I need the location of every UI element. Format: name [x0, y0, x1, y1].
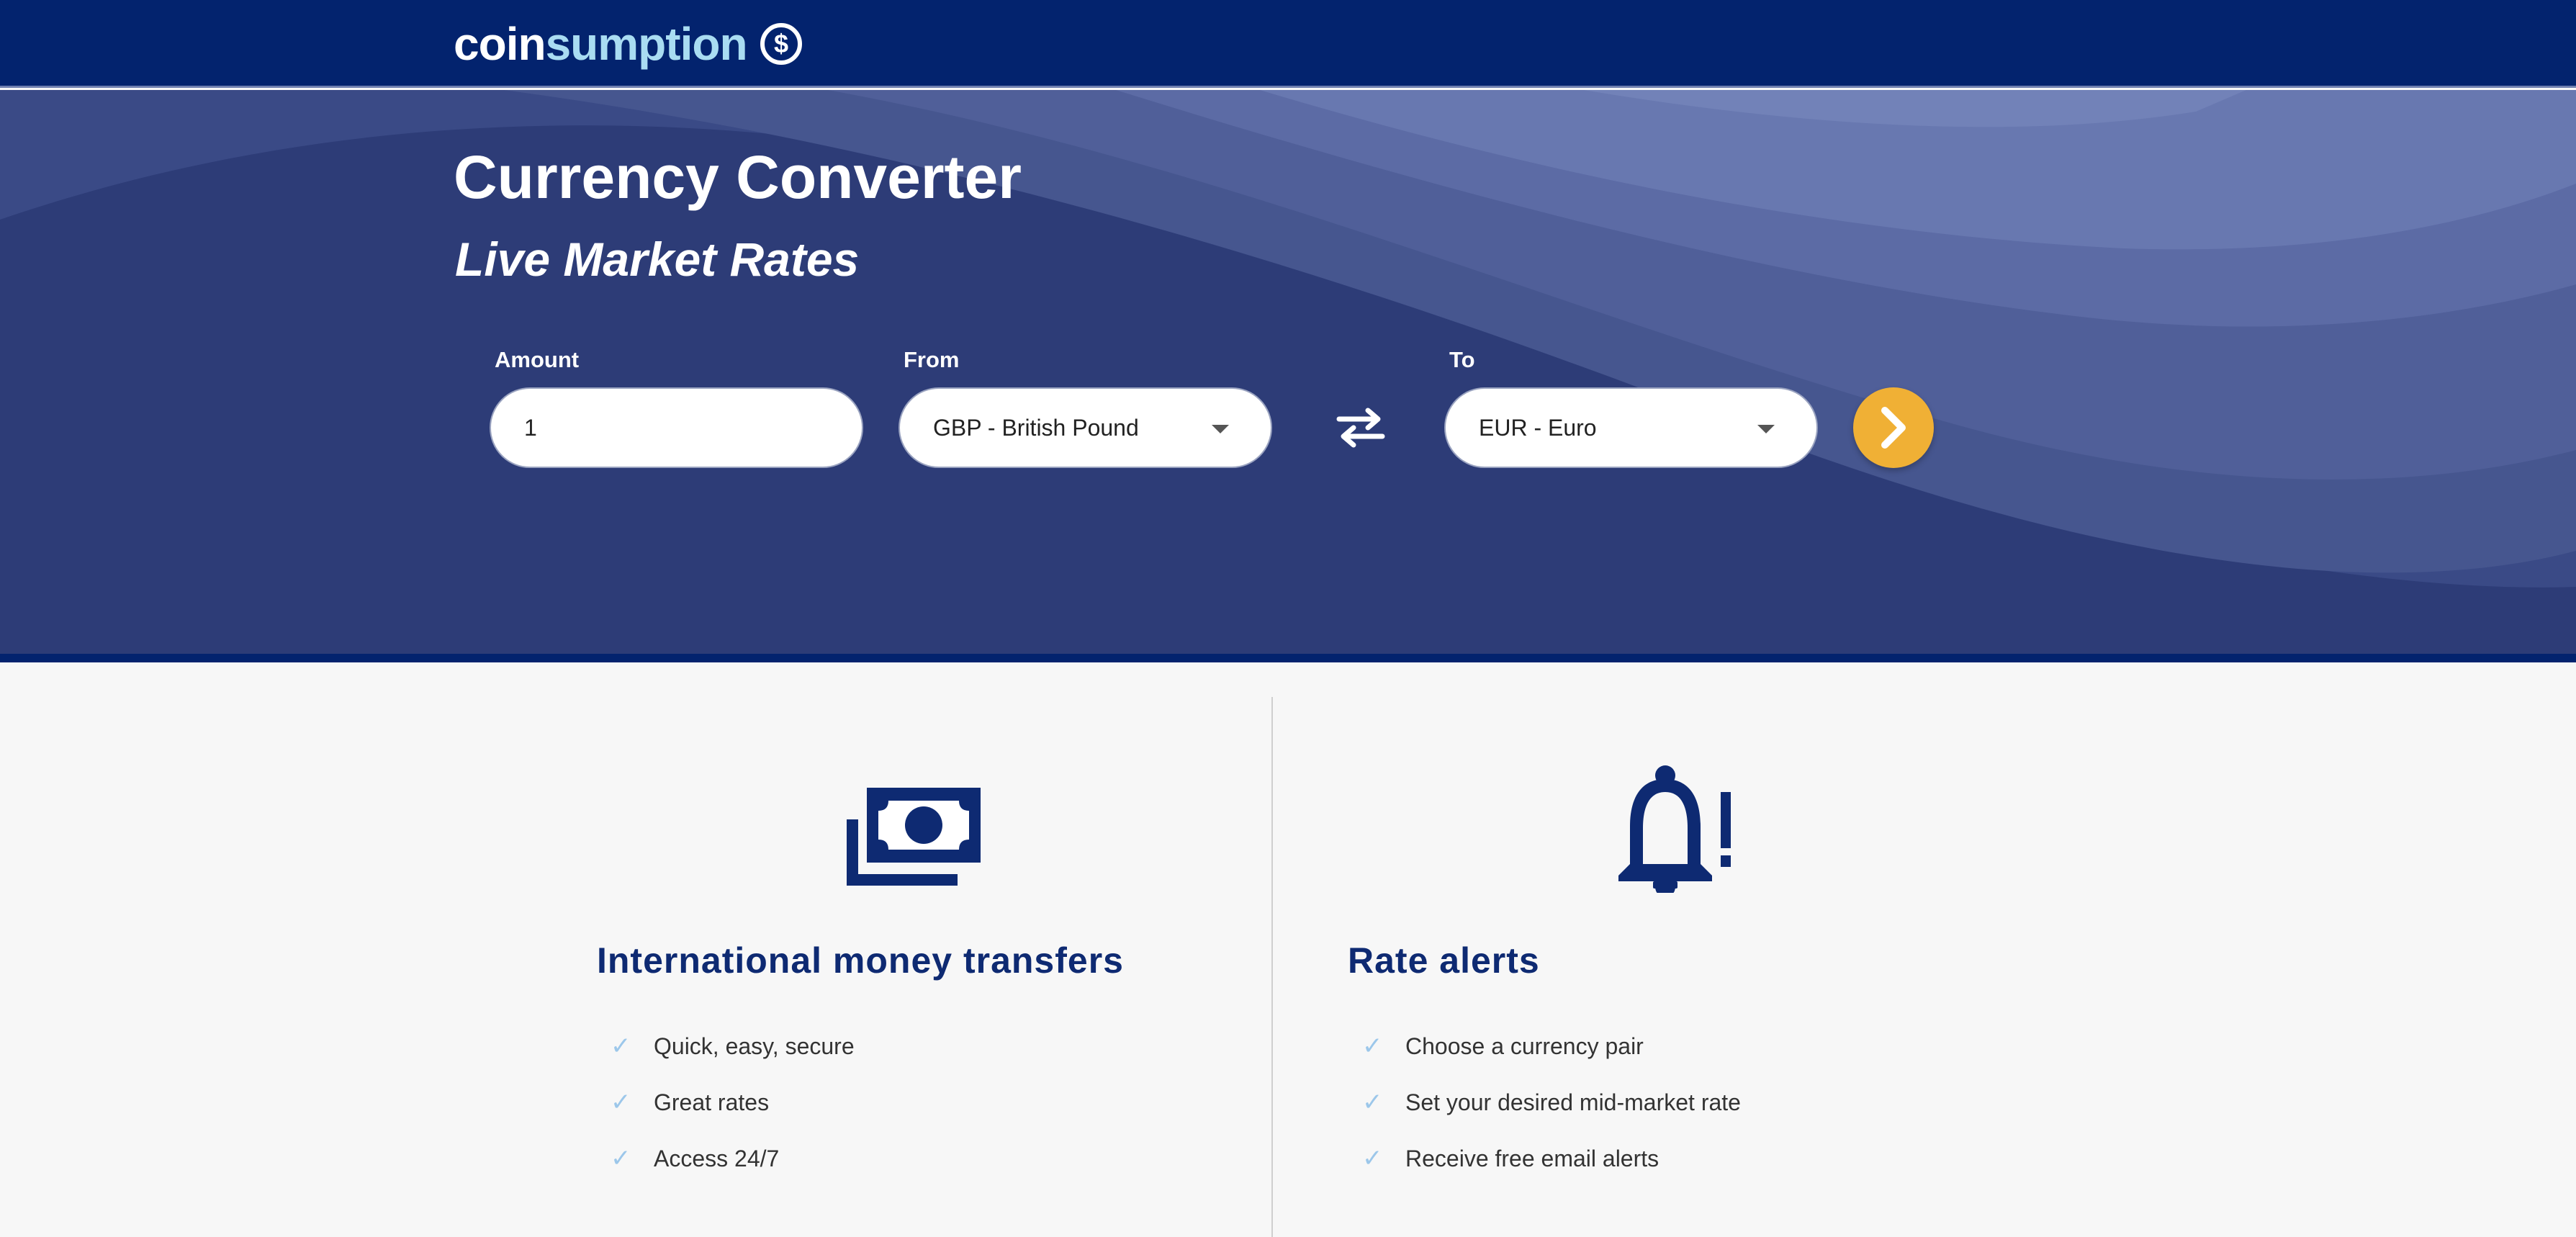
- list-item: ✓ Quick, easy, secure: [606, 1018, 855, 1074]
- brand-name-part2: sumption: [545, 18, 748, 70]
- list-item: ✓ Great rates: [606, 1074, 855, 1130]
- check-icon: ✓: [1362, 1033, 1383, 1060]
- feature-title-transfers: International money transfers: [597, 940, 1124, 981]
- convert-submit-button[interactable]: [1853, 387, 1934, 468]
- bell-alert-icon: [1618, 765, 1731, 893]
- page-title: Currency Converter: [454, 143, 1022, 211]
- feature-list-transfers: ✓ Quick, easy, secure ✓ Great rates ✓ Acces…: [606, 1018, 855, 1187]
- from-currency-select[interactable]: GBP - British Pound: [899, 387, 1272, 468]
- check-icon: ✓: [611, 1033, 631, 1060]
- list-item-text: Quick, easy, secure: [654, 1033, 855, 1059]
- to-currency-value: EUR - Euro: [1479, 414, 1597, 441]
- list-item-text: Set your desired mid-market rate: [1405, 1089, 1741, 1115]
- feature-divider: [1271, 697, 1273, 1237]
- to-currency-select[interactable]: EUR - Euro: [1444, 387, 1818, 468]
- amount-value: 1: [524, 414, 537, 441]
- dollar-circle-icon: $: [760, 23, 802, 65]
- check-icon: ✓: [1362, 1145, 1383, 1172]
- feature-title-alerts: Rate alerts: [1348, 940, 1540, 981]
- page-subtitle: Live Market Rates: [455, 233, 860, 286]
- swap-arrows-icon[interactable]: [1333, 403, 1388, 451]
- brand-logo[interactable]: coin sumption $: [454, 16, 802, 72]
- chevron-down-icon: [1212, 425, 1229, 433]
- check-icon: ✓: [611, 1089, 631, 1116]
- hero-wave-background: [0, 90, 2576, 655]
- list-item-text: Great rates: [654, 1089, 770, 1115]
- check-icon: ✓: [1362, 1089, 1383, 1116]
- list-item: ✓ Choose a currency pair: [1358, 1018, 1741, 1074]
- amount-input[interactable]: 1: [490, 387, 863, 468]
- to-label: To: [1449, 347, 1475, 372]
- list-item: ✓ Receive free email alerts: [1358, 1130, 1741, 1187]
- list-item: ✓ Set your desired mid-market rate: [1358, 1074, 1741, 1130]
- hero-section: Currency Converter Live Market Rates Amo…: [0, 90, 2576, 655]
- from-currency-value: GBP - British Pound: [933, 414, 1139, 441]
- feature-list-alerts: ✓ Choose a currency pair ✓ Set your desire…: [1358, 1018, 1741, 1187]
- list-item-text: Receive free email alerts: [1405, 1145, 1659, 1171]
- amount-label: Amount: [495, 347, 580, 372]
- list-item: ✓ Access 24/7: [606, 1130, 855, 1187]
- from-label: From: [904, 347, 960, 372]
- money-bill-icon: [847, 788, 981, 886]
- top-nav-bar: coin sumption $: [0, 0, 2576, 88]
- chevron-right-icon: [1881, 407, 1906, 449]
- list-item-text: Access 24/7: [654, 1145, 780, 1171]
- list-item-text: Choose a currency pair: [1405, 1033, 1644, 1059]
- hero-bottom-border: [0, 654, 2576, 662]
- brand-name-part1: coin: [454, 18, 546, 70]
- check-icon: ✓: [611, 1145, 631, 1172]
- chevron-down-icon: [1757, 425, 1775, 433]
